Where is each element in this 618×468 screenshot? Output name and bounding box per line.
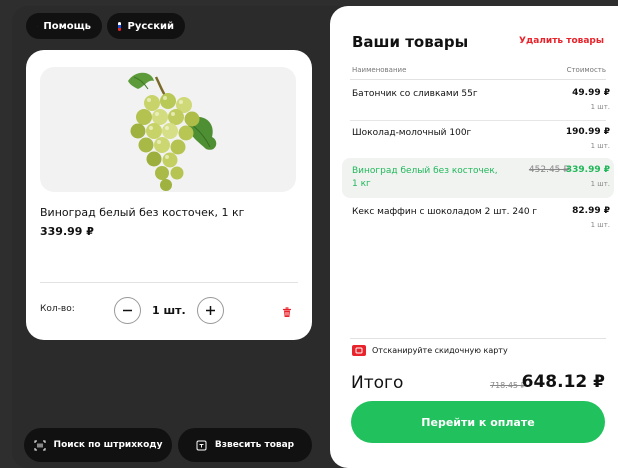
cart-item-qty: 1 шт. [590,142,610,150]
grapes-icon [128,72,217,191]
increase-quantity-button[interactable] [197,297,224,324]
weigh-label: Взвесить товар [214,440,295,450]
cart-item-price: 339.99 ₽ [565,165,610,175]
quantity-value: 1 шт. [152,304,186,317]
cart-item-name: Виноград белый без косточек, [352,166,498,176]
cart-title: Ваши товары [352,33,469,51]
weigh-item-button[interactable]: Взвесить товар [178,428,312,462]
divider [350,338,606,339]
column-header-cost: Стоимость [566,66,606,74]
plus-icon [206,306,215,315]
cart-item-qty: 1 шт. [590,221,610,229]
divider [350,79,606,80]
help-label: Помощь [43,20,91,32]
divider [350,120,606,121]
cart-item-name: Шоколад-молочный 100г [352,128,472,138]
cart-item-qty: 1 шт. [590,180,610,188]
cart-item-price: 82.99 ₽ [572,206,610,216]
barcode-search-button[interactable]: Поиск по штрихкоду [24,428,172,462]
cart-panel: Ваши товары Удалить товары Наименование … [330,6,618,468]
trash-icon [283,307,291,317]
divider [40,282,298,283]
total-price: 648.12 ₽ [521,372,605,392]
language-label: Русский [127,20,174,32]
russian-flag-icon [118,21,122,31]
scan-card-label: Отсканируйте скидочную карту [372,346,508,355]
checkout-button[interactable]: Перейти к оплате [351,401,605,443]
total-label: Итого [351,373,404,393]
product-image [40,67,296,192]
cart-item-name: Кекс маффин с шоколадом 2 шт. 240 г [352,207,538,217]
barcode-search-label: Поиск по штрихкоду [53,440,163,450]
cart-item-selected[interactable]: Виноград белый без косточек, 1 кг 452.45… [342,158,614,198]
language-button[interactable]: Русский [107,13,185,39]
quantity-label: Кол-во: [40,304,75,314]
product-card: Виноград белый без косточек, 1 кг 339.99… [26,50,312,340]
product-price: 339.99 ₽ [40,225,94,238]
remove-item-button[interactable] [282,303,292,322]
cart-item[interactable]: Кекс маффин с шоколадом 2 шт. 240 г 82.9… [342,206,614,236]
cart-item-old-price: 452.45 ₽ [528,165,569,175]
product-name: Виноград белый без косточек, 1 кг [40,206,245,219]
column-header-name: Наименование [352,66,407,74]
cart-item-name-cont: 1 кг [352,179,371,189]
delete-items-button[interactable]: Удалить товары [519,36,604,46]
scan-discount-card-prompt: Отсканируйте скидочную карту [352,345,508,356]
barcode-scan-icon [34,440,46,450]
help-button[interactable]: Помощь [26,13,102,39]
cart-item-price: 190.99 ₽ [565,127,610,137]
minus-icon [123,309,132,312]
cart-item-qty: 1 шт. [590,103,610,111]
checkout-label: Перейти к оплате [421,415,535,429]
cart-item[interactable]: Шоколад-молочный 100г 190.99 ₽ 1 шт. [342,127,614,157]
total-old-price: 718.45 ₽ [490,381,526,390]
discount-card-icon [352,345,366,356]
cart-item[interactable]: Батончик со сливками 55г 49.99 ₽ 1 шт. [342,88,614,118]
cart-item-price: 49.99 ₽ [572,88,610,98]
decrease-quantity-button[interactable] [114,297,141,324]
scale-icon [196,440,207,450]
cart-item-name: Батончик со сливками 55г [352,89,478,99]
